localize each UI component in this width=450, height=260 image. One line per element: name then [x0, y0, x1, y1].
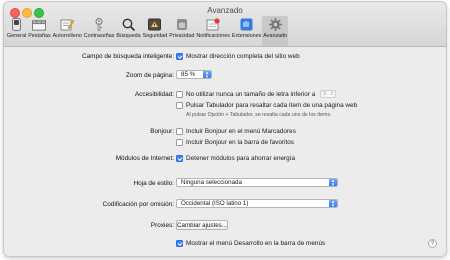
encoding-label: Codificación por omisión: [102, 201, 174, 208]
tab-highlight-option[interactable]: Pulsar Tabulador para resaltar cada ítem… [176, 102, 357, 109]
min-font-option[interactable]: No utilizar nunca un tamaño de letra inf… [176, 91, 315, 98]
stylesheet-value: Ninguna seleccionada [181, 179, 242, 186]
stylesheet-popup[interactable]: Ninguna seleccionada ▴ ▾ [176, 178, 338, 187]
plugins-label: Módulos de Internet: [115, 155, 174, 162]
extensions-puzzle-icon [240, 18, 254, 31]
min-font-text: No utilizar nunca un tamaño de letra inf… [186, 91, 316, 98]
encoding-popup[interactable]: Occidental (ISO latino 1) ▴ ▾ [176, 199, 338, 208]
tab-contrasenas[interactable]: Contraseñas [83, 16, 116, 46]
stop-plugins-option[interactable]: Detener módulos para ahorrar energía [176, 155, 295, 162]
zoom-popup[interactable]: 85 % ▴ ▾ [176, 70, 212, 79]
preferences-toolbar: General Pestañas Autorrelleno Contraseña… [6, 16, 289, 46]
tab-avanzado[interactable]: Avanzado [262, 16, 289, 46]
tab-label: Extensiones [231, 33, 262, 39]
change-proxies-button[interactable]: Cambiar ajustes... [176, 220, 228, 230]
accessibility-label: Accesibilidad: [134, 91, 174, 98]
zoom-label: Zoom de página: [126, 72, 174, 79]
tab-privacidad[interactable]: Privacidad [168, 16, 195, 46]
advanced-settings-pane: Campo de búsqueda inteligente: Mostrar d… [4, 47, 446, 256]
tab-notificaciones[interactable]: Notificaciones [195, 16, 231, 46]
notifications-icon [206, 18, 220, 31]
tab-label: Seguridad [142, 33, 168, 39]
tab-busqueda[interactable]: Búsqueda [115, 16, 141, 46]
popup-arrows-icon: ▴ ▾ [329, 178, 337, 187]
encoding-value: Occidental (ISO latino 1) [181, 200, 249, 207]
proxies-label: Proxies: [150, 222, 174, 229]
show-full-address-checkbox[interactable] [176, 53, 183, 60]
popup-arrows-icon: ▴ ▾ [203, 70, 211, 79]
help-button[interactable]: ? [428, 239, 437, 248]
tab-seguridad[interactable]: Seguridad [142, 16, 169, 46]
tab-label: Contraseñas [83, 33, 115, 39]
autofill-pencil-icon [60, 18, 75, 31]
bonjour-favorites-checkbox[interactable] [176, 139, 183, 146]
tab-extensiones[interactable]: Extensiones [231, 16, 262, 46]
show-full-address-text: Mostrar dirección completa del sitio web [186, 53, 300, 60]
gear-icon [268, 18, 282, 31]
key-icon [92, 18, 106, 31]
bonjour-label: Bonjour: [150, 128, 174, 135]
popup-arrows-icon: ⇕ [329, 91, 334, 97]
min-font-size-value: 9 [323, 91, 327, 97]
develop-menu-option[interactable]: Mostrar el menú Desarrollo en la barra d… [176, 240, 325, 247]
stop-plugins-text: Detener módulos para ahorrar energía [186, 155, 296, 162]
privacy-hand-icon [175, 18, 189, 31]
tab-general[interactable]: General [6, 16, 27, 46]
tab-label: Autorrelleno [52, 33, 82, 39]
tab-pestanas[interactable]: Pestañas [27, 16, 51, 46]
tab-highlight-text: Pulsar Tabulador para resaltar cada ítem… [186, 102, 358, 109]
bonjour-bookmarks-checkbox[interactable] [176, 128, 183, 135]
tab-highlight-checkbox[interactable] [176, 102, 183, 109]
min-font-checkbox[interactable] [176, 91, 183, 98]
bonjour-bookmarks-option[interactable]: Incluir Bonjour en el menú Marcadores [176, 128, 296, 135]
bonjour-favorites-text: Incluir Bonjour en la barra de favoritos [186, 139, 294, 146]
tab-autorrelleno[interactable]: Autorrelleno [52, 16, 83, 46]
show-full-address-option[interactable]: Mostrar dirección completa del sitio web [176, 53, 300, 60]
zoom-value: 85 % [181, 71, 196, 78]
security-icon [148, 18, 162, 31]
tab-highlight-note: Al pulsar Opción + Tabulador, se resalta… [186, 112, 332, 118]
develop-menu-checkbox[interactable] [176, 240, 183, 247]
title-bar: Avanzado General Pestañas Autorrelleno C… [4, 2, 446, 47]
tab-label: General [7, 33, 27, 39]
magnifier-icon [121, 18, 135, 31]
tab-label: Notificaciones [196, 33, 230, 39]
tab-label: Búsqueda [116, 33, 141, 39]
window-title: Avanzado [207, 6, 243, 15]
bonjour-favorites-option[interactable]: Incluir Bonjour en la barra de favoritos [176, 139, 294, 146]
bonjour-bookmarks-text: Incluir Bonjour en el menú Marcadores [186, 128, 296, 135]
tabs-icon [32, 18, 47, 31]
tab-label: Privacidad [169, 33, 195, 39]
develop-menu-text: Mostrar el menú Desarrollo en la barra d… [186, 240, 326, 247]
stop-plugins-checkbox[interactable] [176, 155, 183, 162]
preferences-window: Avanzado General Pestañas Autorrelleno C… [4, 2, 446, 256]
general-switch-icon [10, 18, 24, 31]
stylesheet-label: Hoja de estilo: [133, 180, 175, 187]
smart-search-label: Campo de búsqueda inteligente: [81, 53, 174, 60]
min-font-size-popup[interactable]: 9 ⇕ [320, 90, 336, 98]
tab-label: Avanzado [263, 33, 288, 39]
tab-label: Pestañas [28, 33, 51, 39]
popup-arrows-icon: ▴ ▾ [329, 199, 337, 208]
